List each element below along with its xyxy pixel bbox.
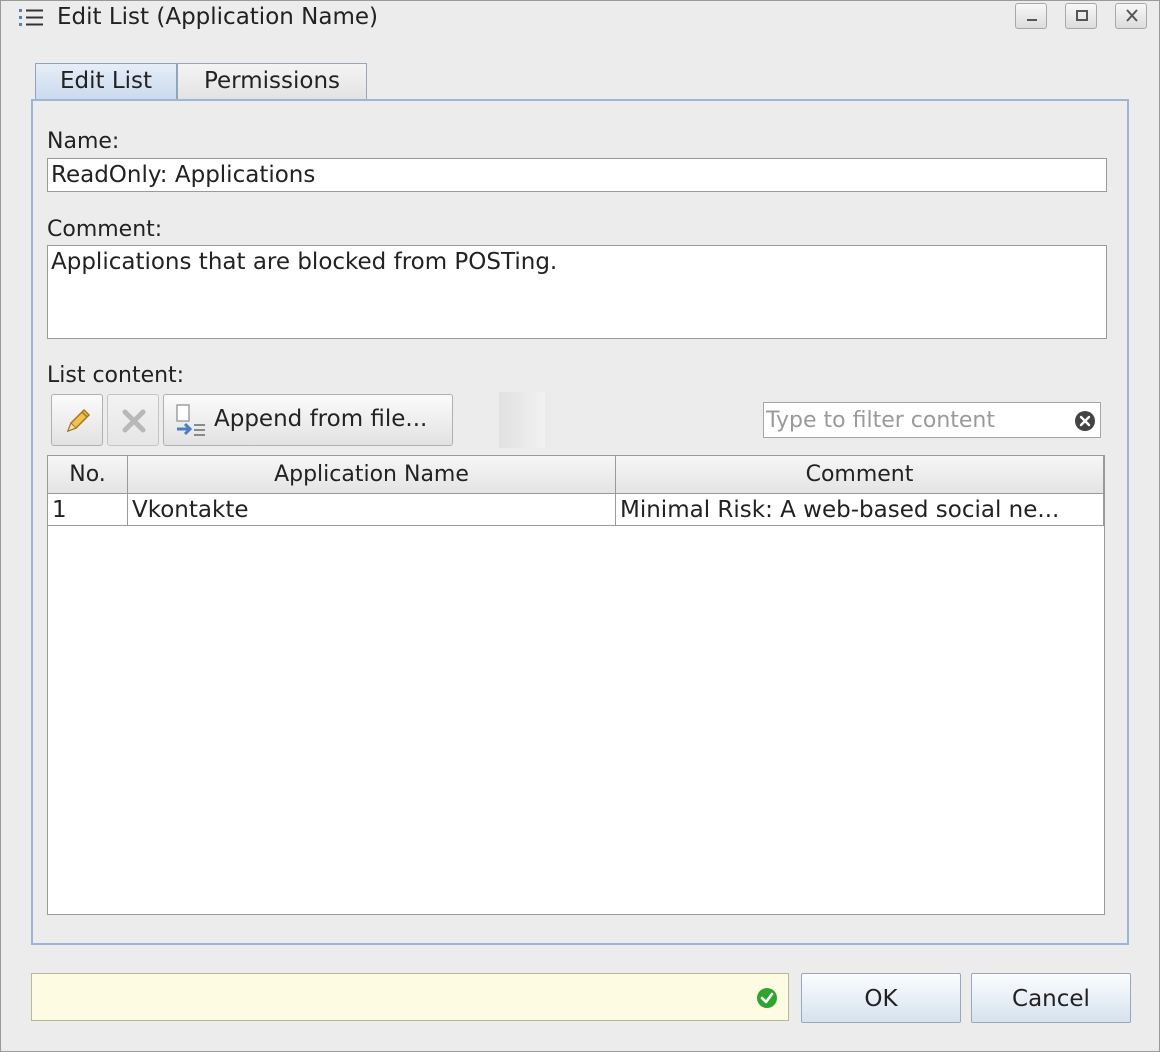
ok-button[interactable]: OK — [801, 973, 961, 1023]
tab-edit-list[interactable]: Edit List — [35, 63, 177, 101]
maximize-icon — [1076, 10, 1088, 21]
close-button[interactable] — [1115, 3, 1147, 29]
tab-permissions[interactable]: Permissions — [177, 63, 367, 99]
list-content-label: List content: — [47, 363, 185, 388]
cell-application-name: Vkontakte — [128, 494, 616, 526]
column-header-comment[interactable]: Comment — [616, 456, 1104, 494]
name-field[interactable] — [47, 158, 1107, 192]
close-icon — [1126, 9, 1138, 22]
check-circle-icon — [757, 988, 777, 1008]
filter-box — [763, 402, 1101, 438]
comment-label: Comment: — [47, 217, 163, 242]
cell-no: 1 — [48, 494, 128, 526]
append-from-file-label: Append from file... — [214, 406, 428, 432]
edit-button[interactable] — [51, 394, 103, 446]
append-file-icon — [176, 404, 205, 436]
title-bar[interactable]: Edit List (Application Name) — [1, 1, 1159, 33]
name-label: Name: — [47, 129, 120, 154]
cell-comment: Minimal Risk: A web-based social ne... — [616, 494, 1104, 526]
window-title: Edit List (Application Name) — [57, 4, 378, 30]
minimize-button[interactable] — [1015, 3, 1047, 29]
maximize-button[interactable] — [1065, 3, 1097, 29]
toolbar-separator — [499, 392, 545, 448]
filter-input[interactable] — [766, 405, 1066, 435]
append-from-file-button[interactable]: Append from file... — [163, 394, 453, 446]
pencil-icon — [66, 408, 91, 433]
edit-list-dialog: Edit List (Application Name) Permissions… — [0, 0, 1160, 1052]
column-header-no[interactable]: No. — [48, 456, 128, 494]
delete-button[interactable] — [107, 394, 159, 446]
cancel-button[interactable]: Cancel — [971, 973, 1131, 1023]
list-icon — [19, 9, 43, 26]
column-header-application-name[interactable]: Application Name — [128, 456, 616, 494]
status-bar — [31, 973, 789, 1021]
clear-filter-icon[interactable] — [1074, 410, 1096, 432]
list-content-table: No. Application Name Comment 1 Vkontakte… — [47, 455, 1105, 915]
comment-textarea[interactable]: Applications that are blocked from POSTi… — [47, 245, 1107, 339]
minimize-icon — [1027, 19, 1037, 21]
delete-x-icon — [122, 409, 146, 433]
